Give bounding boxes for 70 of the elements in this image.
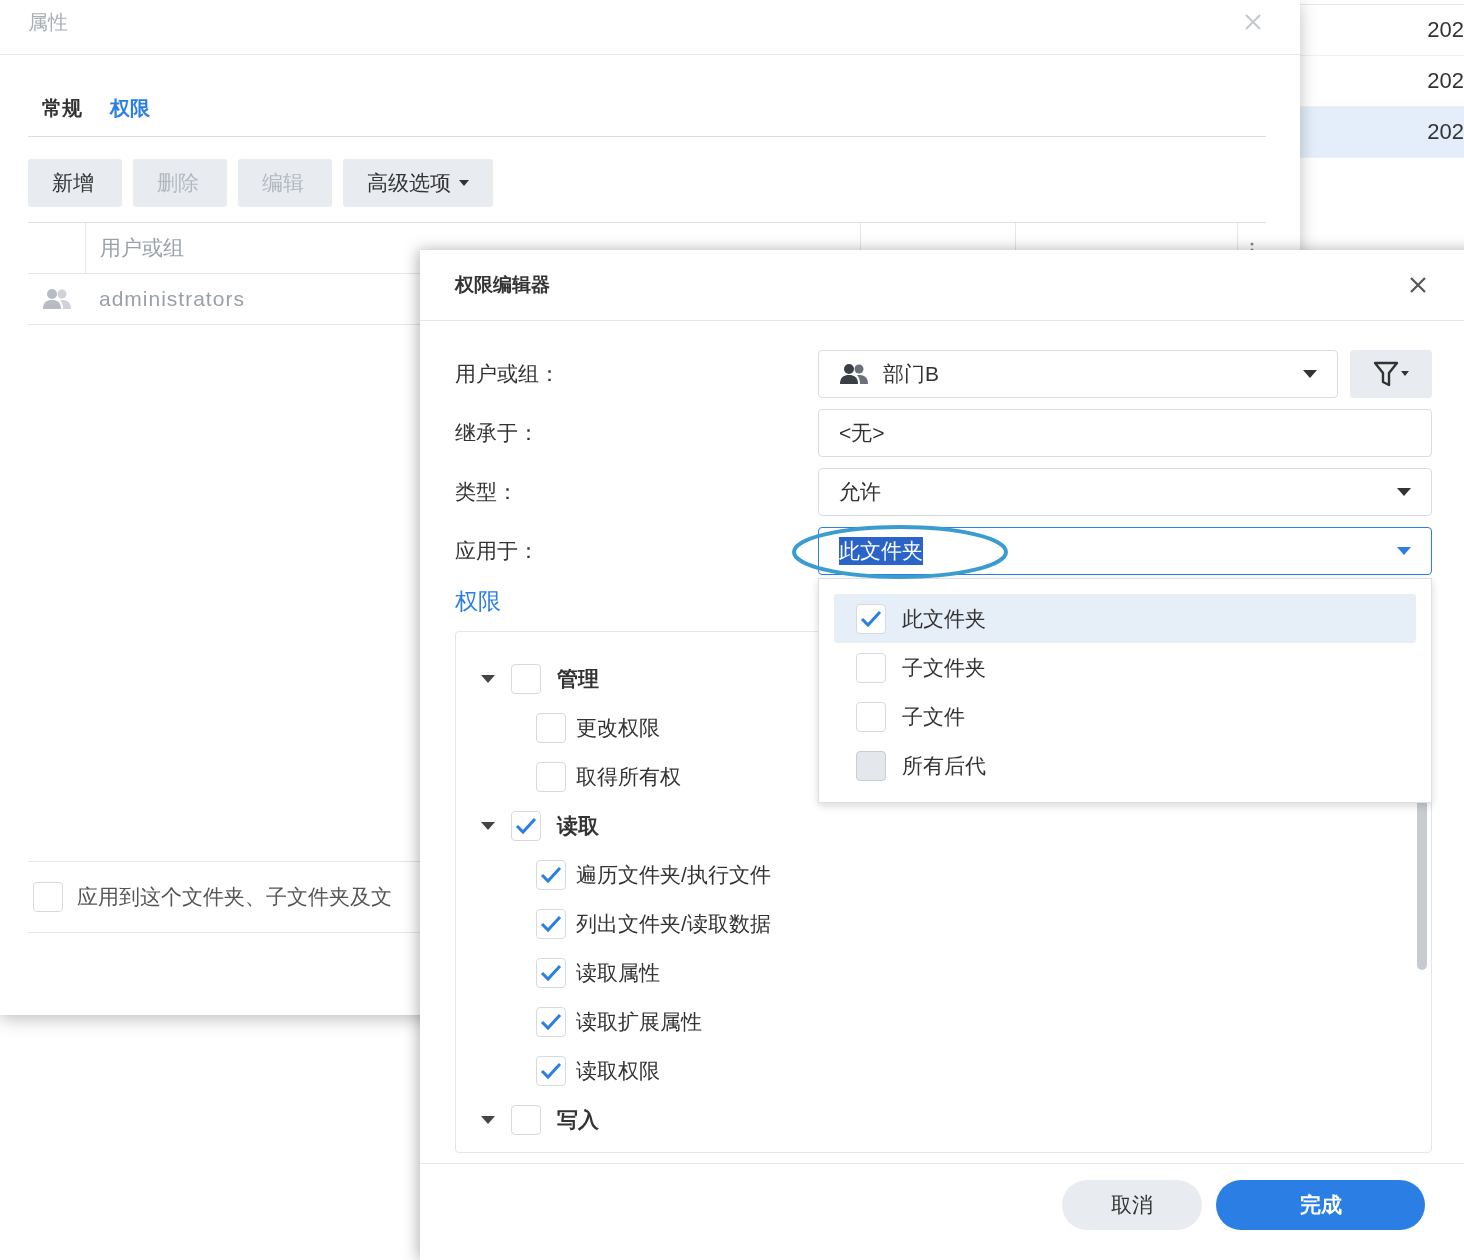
collapse-caret-icon[interactable] [481,674,495,683]
field-label: 用户或组： [455,361,561,387]
checkbox[interactable] [511,1104,541,1135]
permission-label: 遍历文件夹/执行文件 [576,861,771,888]
permission-label: 读取属性 [576,959,660,986]
collapse-caret-icon[interactable] [481,821,495,830]
checkbox[interactable] [856,652,886,683]
permission-label: 读取扩展属性 [576,1008,702,1035]
menu-item[interactable]: 此文件夹 [834,594,1416,643]
tab[interactable]: 常规 [42,81,92,125]
user-group-select[interactable]: 部门B [818,350,1338,398]
caret-icon [1303,370,1317,378]
dialog-title: 权限编辑器 [455,273,550,297]
toolbar-button[interactable]: 高级选项 [343,159,493,207]
toolbar-button[interactable]: 新增 [28,159,122,207]
collapse-caret-icon[interactable] [481,1115,495,1124]
filter-icon [1373,361,1409,387]
checkbox[interactable] [511,810,541,841]
checkbox[interactable] [536,1006,566,1037]
checkmark-icon [860,609,882,628]
date-cell: 202 [1427,119,1464,145]
done-button[interactable]: 完成 [1216,1180,1425,1230]
field-label: 类型： [455,479,519,505]
field-label: 应用于： [455,538,540,564]
caret-icon [1397,488,1411,496]
date-cell: 202 [1427,17,1464,43]
caret-icon [459,180,469,186]
tab[interactable]: 权限 [110,81,160,125]
list-row[interactable]: 202 [1300,107,1464,158]
cancel-button[interactable]: 取消 [1062,1180,1202,1230]
permission-label: 列出文件夹/读取数据 [576,910,771,937]
group-icon [41,288,72,310]
permission-label: 写入 [557,1106,599,1133]
checkbox[interactable] [536,859,566,890]
checkmark-icon [540,865,562,884]
permission-label: 更改权限 [576,714,660,741]
date-cell: 202 [1427,68,1464,94]
menu-item[interactable]: 子文件夹 [834,643,1416,692]
dropdown-select[interactable]: 此文件夹 [818,527,1432,575]
permission-label: 读取权限 [576,1057,660,1084]
group-icon [839,363,869,385]
caret-icon [1397,547,1411,555]
checkbox[interactable] [511,663,541,694]
permission-label: 取得所有权 [576,763,681,790]
filter-button[interactable] [1350,350,1432,398]
checkmark-icon [540,1061,562,1080]
checkmark-icon [540,914,562,933]
table-cell: administrators [99,287,245,310]
section-title: 权限 [455,587,502,616]
checkmark-icon [540,963,562,982]
checkbox[interactable] [856,701,886,732]
permission-label: 读取 [557,812,599,839]
checkbox[interactable] [33,882,63,912]
checkmark-icon [515,816,537,835]
dropdown-select[interactable]: 允许 [818,468,1432,516]
checkbox[interactable] [856,603,886,634]
checkmark-icon [540,1012,562,1031]
checkbox[interactable] [536,761,566,792]
inherited-from-field[interactable]: <无> [818,409,1432,457]
checkbox[interactable] [536,1055,566,1086]
checkbox[interactable] [536,712,566,743]
window-title: 属性 [28,10,68,35]
column-header: 用户或组 [100,235,184,261]
checkbox[interactable] [536,908,566,939]
permission-label: 管理 [557,665,599,692]
close-icon[interactable] [1409,276,1427,294]
menu-item[interactable]: 子文件 [834,692,1416,741]
field-label: 继承于： [455,420,540,446]
checkbox-label: 应用到这个文件夹、子文件夹及文 [77,884,392,910]
checkbox[interactable] [536,957,566,988]
